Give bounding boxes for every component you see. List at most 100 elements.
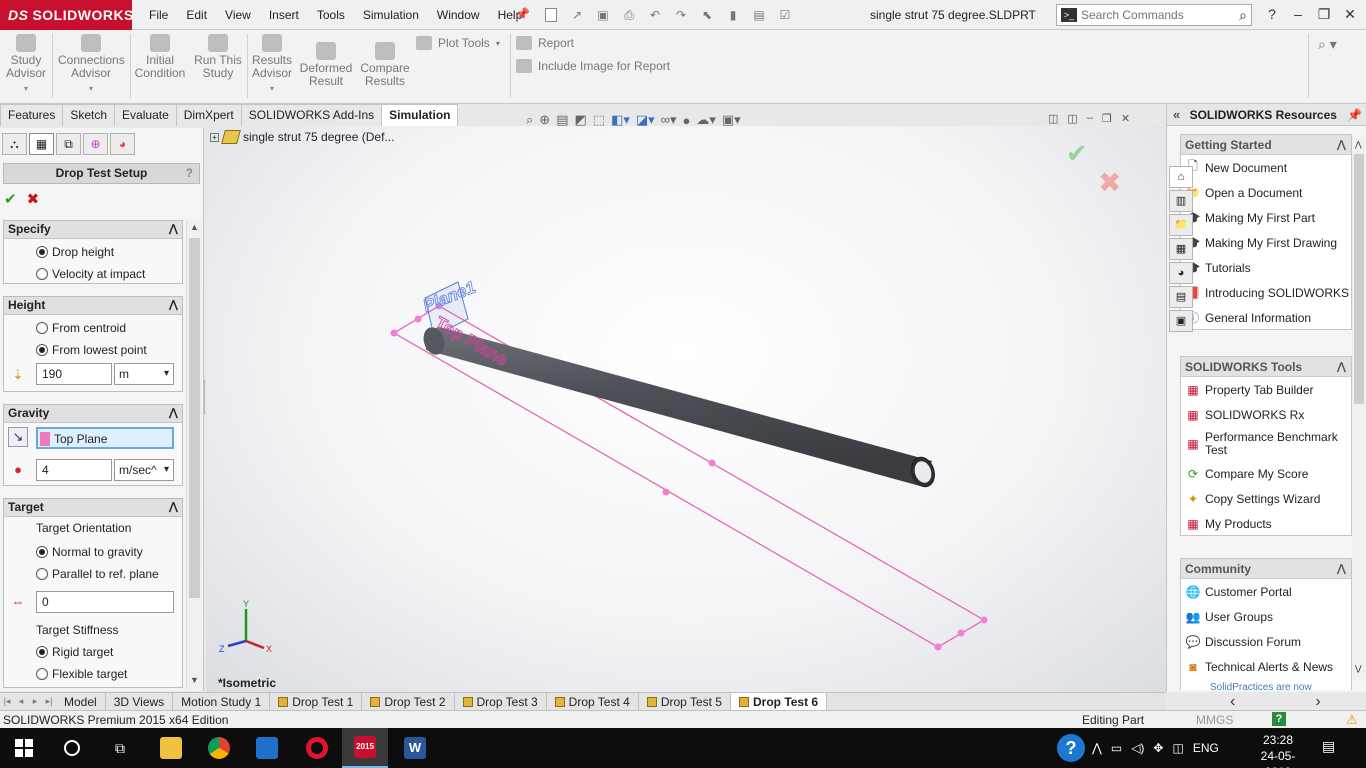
file-properties-icon[interactable]: ▤ bbox=[748, 4, 770, 26]
solidworks-forum-tab-icon[interactable]: ▣ bbox=[1169, 310, 1193, 332]
normal-to-gravity-radio[interactable]: Normal to gravity bbox=[36, 545, 143, 559]
gravity-unit-select[interactable]: m/sec^ ▾ bbox=[114, 459, 174, 481]
plane-handle[interactable] bbox=[390, 329, 398, 337]
chrome-taskbar-button[interactable] bbox=[196, 728, 242, 768]
opera-taskbar-button[interactable] bbox=[294, 728, 340, 768]
next-tab-icon[interactable]: ▸ bbox=[28, 693, 42, 710]
new-document-link[interactable]: 🗋 New Document bbox=[1181, 155, 1351, 180]
property-manager-scrollbar[interactable]: ▲ ▼ bbox=[186, 220, 202, 690]
tab-simulation[interactable]: Simulation bbox=[381, 104, 459, 126]
help-tray-button[interactable]: ? bbox=[1056, 728, 1086, 768]
confirm-corner-cancel-icon[interactable]: ✖ bbox=[1098, 166, 1121, 199]
tab-drop-test-1[interactable]: Drop Test 1 bbox=[270, 693, 363, 710]
save-icon[interactable]: ▣ bbox=[592, 4, 614, 26]
plane-handle[interactable] bbox=[414, 315, 422, 323]
plot-tools-button[interactable]: Plot Tools ▾ bbox=[416, 36, 500, 50]
gravity-reference-input[interactable]: Top Plane bbox=[36, 427, 174, 449]
solidpractices-link[interactable]: SolidPractices are now bbox=[1210, 682, 1312, 693]
include-image-button[interactable]: Include Image for Report bbox=[516, 59, 670, 73]
previous-view-icon[interactable]: ▤ bbox=[556, 112, 568, 128]
back-icon[interactable]: ‹ bbox=[1230, 693, 1235, 711]
feature-tree-node[interactable]: + single strut 75 degree (Def... bbox=[210, 130, 394, 144]
my-products-link[interactable]: ▦ My Products bbox=[1181, 511, 1351, 536]
resources-tab-home-icon[interactable]: ⌂ bbox=[1169, 166, 1193, 188]
pin-icon[interactable]: 📌 bbox=[1347, 104, 1362, 126]
menu-insert[interactable]: Insert bbox=[260, 0, 308, 30]
ok-button[interactable]: ✔ bbox=[4, 190, 17, 208]
confirm-corner-ok-icon[interactable]: ✔ bbox=[1066, 138, 1088, 169]
tab-drop-test-6[interactable]: Drop Test 6 bbox=[730, 693, 828, 710]
from-centroid-radio[interactable]: From centroid bbox=[36, 321, 126, 335]
tab-addins[interactable]: SOLIDWORKS Add-Ins bbox=[240, 104, 383, 126]
drop-height-input[interactable]: 190 bbox=[36, 363, 112, 385]
collapse-icon[interactable]: ⋀ bbox=[169, 297, 178, 314]
forward-icon[interactable]: › bbox=[1315, 693, 1320, 711]
tab-drop-test-3[interactable]: Drop Test 3 bbox=[455, 693, 547, 710]
from-lowest-point-radio[interactable]: From lowest point bbox=[36, 343, 147, 357]
select-icon[interactable]: ⬉ bbox=[696, 4, 718, 26]
scroll-down-icon[interactable]: ▼ bbox=[190, 675, 199, 685]
tab-motion-study-1[interactable]: Motion Study 1 bbox=[173, 693, 271, 710]
task-view-button[interactable]: ⧉ bbox=[96, 728, 144, 768]
open-document-icon[interactable]: ↗ bbox=[566, 4, 588, 26]
battery-icon[interactable]: ▭ bbox=[1111, 741, 1122, 755]
open-document-link[interactable]: 📂Open a Document bbox=[1181, 180, 1351, 205]
help-icon[interactable]: ? bbox=[1262, 2, 1282, 26]
view-settings-icon[interactable]: ▣▾ bbox=[722, 112, 741, 128]
tab-drop-test-4[interactable]: Drop Test 4 bbox=[547, 693, 639, 710]
making-first-drawing-link[interactable]: 🎓Making My First Drawing bbox=[1181, 230, 1351, 255]
collapse-icon[interactable]: ⋀ bbox=[1337, 357, 1346, 377]
menu-view[interactable]: View bbox=[216, 0, 260, 30]
menu-edit[interactable]: Edit bbox=[177, 0, 216, 30]
start-button[interactable] bbox=[0, 728, 48, 768]
tile-right-icon[interactable]: ◫ bbox=[1067, 112, 1077, 125]
display-manager-tab-icon[interactable]: ◕ bbox=[110, 133, 135, 155]
dynamic-annotation-icon[interactable]: ⬚ bbox=[593, 112, 605, 128]
parallel-to-ref-plane-radio[interactable]: Parallel to ref. plane bbox=[36, 567, 159, 581]
command-search-icon[interactable]: ⌕ ▾ bbox=[1318, 36, 1337, 53]
rebuild-icon[interactable]: ▮ bbox=[722, 4, 744, 26]
redo-icon[interactable]: ↷ bbox=[670, 4, 692, 26]
drop-height-radio[interactable]: Drop height bbox=[36, 245, 114, 259]
clock[interactable]: 23:28 24-05-2019 bbox=[1248, 732, 1308, 768]
dropbox-icon[interactable]: ✥ bbox=[1153, 741, 1163, 755]
collapse-icon[interactable]: ⋀ bbox=[1337, 559, 1346, 579]
plane-handle[interactable] bbox=[957, 629, 965, 637]
gravity-direction-icon[interactable]: ↘ bbox=[8, 427, 28, 447]
show-hidden-icons-icon[interactable]: ⋀ bbox=[1092, 741, 1102, 755]
volume-icon[interactable]: ◁) bbox=[1131, 741, 1144, 755]
security-taskbar-button[interactable] bbox=[244, 728, 290, 768]
scroll-down-icon[interactable]: ⋁ bbox=[1355, 664, 1362, 673]
tab-3d-views[interactable]: 3D Views bbox=[106, 693, 174, 710]
rigid-target-radio[interactable]: Rigid target bbox=[36, 645, 113, 659]
tab-dimxpert[interactable]: DimXpert bbox=[175, 104, 242, 126]
tab-drop-test-2[interactable]: Drop Test 2 bbox=[362, 693, 455, 710]
task-pane-scrollbar[interactable]: ⋀ ⋁ bbox=[1352, 138, 1366, 680]
network-icon[interactable]: ◫ bbox=[1172, 741, 1183, 755]
file-explorer-taskbar-button[interactable] bbox=[148, 728, 194, 768]
menu-window[interactable]: Window bbox=[428, 0, 489, 30]
solidworks-taskbar-button[interactable]: 2015 bbox=[342, 728, 388, 768]
deformed-result-button[interactable]: Deformed Result bbox=[298, 42, 354, 88]
scroll-up-icon[interactable]: ▲ bbox=[190, 222, 199, 232]
height-group-header[interactable]: Height ⋀ bbox=[4, 297, 182, 315]
viewport-minimize-icon[interactable]: – bbox=[1087, 112, 1093, 125]
menu-tools[interactable]: Tools bbox=[308, 0, 354, 30]
new-document-icon[interactable] bbox=[540, 4, 562, 26]
collapse-icon[interactable]: ⋀ bbox=[169, 499, 178, 516]
scrollbar-thumb[interactable] bbox=[1354, 154, 1364, 404]
cancel-button[interactable]: ✖ bbox=[27, 190, 40, 208]
display-style-icon[interactable]: ◪▾ bbox=[636, 112, 655, 128]
file-explorer-tab-icon[interactable]: 📁 bbox=[1169, 214, 1193, 236]
search-commands-input[interactable] bbox=[1081, 8, 1240, 22]
edit-appearance-icon[interactable]: ● bbox=[683, 113, 691, 128]
quick-tips-icon[interactable]: ? bbox=[1272, 712, 1286, 726]
tab-model[interactable]: Model bbox=[56, 693, 106, 710]
zoom-to-fit-icon[interactable]: ⌕ bbox=[526, 112, 533, 128]
hide-show-items-icon[interactable]: ∞▾ bbox=[661, 112, 677, 128]
gravity-group-header[interactable]: Gravity ⋀ bbox=[4, 405, 182, 423]
rebuild-warning-icon[interactable]: ⚠ bbox=[1346, 712, 1358, 728]
configuration-manager-tab-icon[interactable]: ⧉ bbox=[56, 133, 81, 155]
performance-benchmark-link[interactable]: ▦ Performance Benchmark Test bbox=[1181, 427, 1351, 461]
tab-sketch[interactable]: Sketch bbox=[62, 104, 116, 126]
